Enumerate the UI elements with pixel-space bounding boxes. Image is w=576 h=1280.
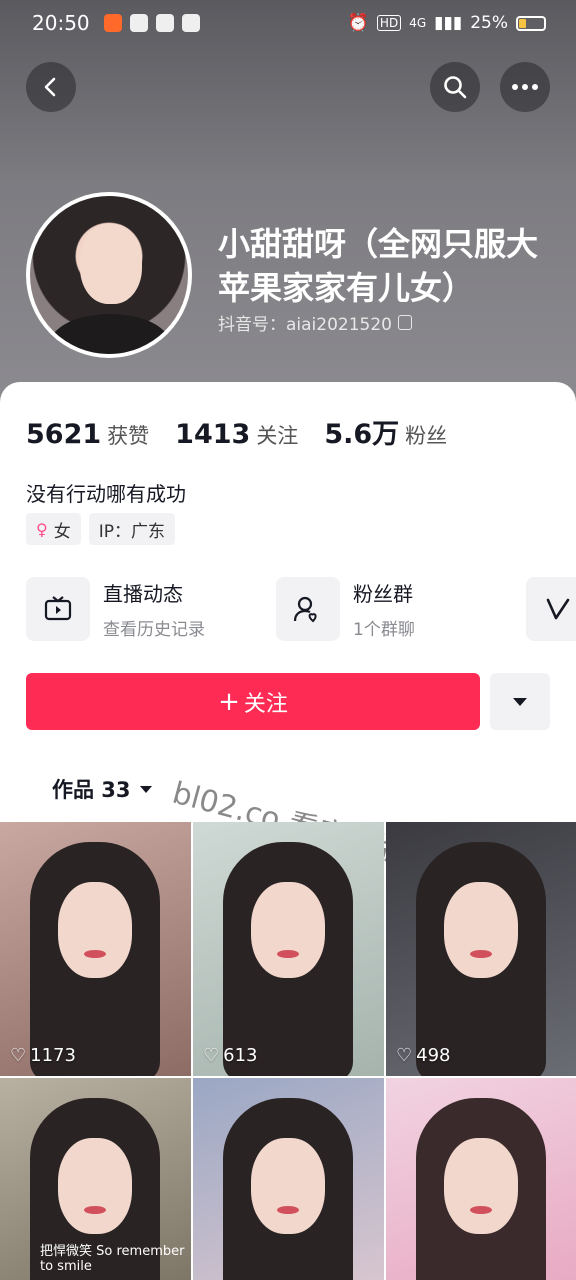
feature-row: 直播动态 查看历史记录 粉丝群 1个群聊 专 抢 xyxy=(26,577,576,641)
avatar[interactable] xyxy=(26,192,192,358)
likes-count: 498 xyxy=(416,1045,451,1066)
works-tab-label: 作品 33 xyxy=(52,778,131,802)
thumb-lips xyxy=(470,950,492,958)
stat-likes[interactable]: 5621 获赞 xyxy=(26,419,149,450)
stat-followers[interactable]: 5.6万 粉丝 xyxy=(324,412,447,451)
follow-button[interactable]: + 关注 xyxy=(26,673,480,730)
group-icon xyxy=(276,577,340,641)
thumb-lips xyxy=(277,1206,299,1214)
feature-title: 粉丝群 xyxy=(353,582,413,606)
thumb-face xyxy=(58,882,132,978)
thumb-face xyxy=(444,882,518,978)
profile-tags: ♀ 女 IP：广东 xyxy=(26,513,175,545)
stat-label: 粉丝 xyxy=(405,424,448,448)
stats-row: 5621 获赞 1413 关注 5.6万 粉丝 xyxy=(26,412,473,451)
video-thumbnail[interactable] xyxy=(193,1078,384,1280)
video-likes: ♡ 1173 xyxy=(10,1045,76,1066)
more-button[interactable] xyxy=(500,62,550,112)
gender-tag: ♀ 女 xyxy=(26,513,81,545)
profile-nickname: 小甜甜呀（全网只服大苹果家家有儿女） xyxy=(218,225,539,307)
copy-icon[interactable] xyxy=(398,315,412,330)
thumb-face xyxy=(58,1138,132,1234)
feature-subtitle: 1个群聊 xyxy=(353,620,415,640)
tab-works[interactable]: 作品 33 xyxy=(52,774,153,804)
feature-title: 直播动态 xyxy=(103,582,183,606)
feature-live-history[interactable]: 直播动态 查看历史记录 xyxy=(26,577,276,641)
video-thumbnail[interactable] xyxy=(386,1078,576,1280)
video-grid: ♡ 1173 ♡ 613 ♡ 498 把悍微笑 So remember to smil… xyxy=(0,822,576,1280)
thumb-face xyxy=(251,882,325,978)
profile-bio: 没有行动哪有成功 xyxy=(26,482,186,506)
caret-down-icon xyxy=(513,697,527,706)
avatar-shoulder xyxy=(50,314,170,354)
thumb-lips xyxy=(470,1206,492,1214)
thumb-lips xyxy=(84,950,106,958)
hd-icon: HD xyxy=(376,15,402,31)
gender-label: 女 xyxy=(53,521,71,542)
thumb-face xyxy=(251,1138,325,1234)
signal-icon: ▮▮▮ xyxy=(434,13,463,33)
feature-fan-group[interactable]: 粉丝群 1个群聊 xyxy=(276,577,526,641)
chevron-left-icon xyxy=(44,77,56,97)
search-button[interactable] xyxy=(430,62,480,112)
video-thumbnail[interactable]: 把悍微笑 So remember to smile xyxy=(0,1078,191,1280)
douyin-id-row[interactable]: 抖音号：aiai2021520 xyxy=(218,310,412,335)
follow-label: 关注 xyxy=(243,691,288,717)
feature-third[interactable]: 专 抢 xyxy=(526,577,576,641)
recommend-dropdown-button[interactable] xyxy=(490,673,550,730)
stat-label: 获赞 xyxy=(107,424,150,448)
more-dots-icon xyxy=(512,84,538,90)
stat-value: 5621 xyxy=(26,419,102,450)
status-time: 20:50 xyxy=(32,11,90,35)
status-bar: 20:50 ⏰ HD 4G ▮▮▮ 25% xyxy=(0,0,576,46)
heart-icon: ♡ xyxy=(396,1045,413,1066)
ip-tag: IP：广东 xyxy=(88,513,175,545)
thumb-lips xyxy=(84,1206,106,1214)
thumb-face xyxy=(444,1138,518,1234)
avatar-face xyxy=(80,224,142,304)
stat-value: 1413 xyxy=(175,419,251,450)
thumb-lips xyxy=(277,950,299,958)
video-thumbnail[interactable]: ♡ 613 xyxy=(193,822,384,1076)
battery-icon xyxy=(516,15,546,31)
video-likes: ♡ 613 xyxy=(203,1045,258,1066)
wechat-icon xyxy=(129,14,148,32)
stat-value: 5.6万 xyxy=(324,419,400,450)
video-caption: 把悍微笑 So remember to smile xyxy=(40,1244,185,1274)
message-icon xyxy=(155,14,174,32)
female-icon: ♀ xyxy=(36,519,48,539)
video-thumbnail[interactable]: ♡ 1173 xyxy=(0,822,191,1076)
heart-icon: ♡ xyxy=(10,1045,27,1066)
alarm-icon: ⏰ xyxy=(347,13,369,33)
tv-icon xyxy=(26,577,90,641)
heart-icon: ♡ xyxy=(203,1045,220,1066)
ip-label: IP：广东 xyxy=(98,521,165,542)
likes-count: 613 xyxy=(223,1045,258,1066)
video-thumbnail[interactable]: ♡ 498 xyxy=(386,822,576,1076)
search-icon xyxy=(444,76,467,99)
video-likes: ♡ 498 xyxy=(396,1045,451,1066)
back-button[interactable] xyxy=(26,62,76,112)
app-icon xyxy=(181,14,200,32)
network-type: 4G xyxy=(409,16,427,30)
likes-count: 1173 xyxy=(30,1045,76,1066)
feature-subtitle: 查看历史记录 xyxy=(103,620,205,640)
douyin-id: 抖音号：aiai2021520 xyxy=(218,315,392,335)
plus-icon: + xyxy=(218,686,240,717)
app-notification-icon xyxy=(103,14,122,32)
stat-following[interactable]: 1413 关注 xyxy=(175,419,298,450)
battery-percent: 25% xyxy=(470,13,508,33)
stat-label: 关注 xyxy=(256,424,299,448)
caret-down-icon xyxy=(139,785,152,793)
v-icon xyxy=(526,577,576,641)
